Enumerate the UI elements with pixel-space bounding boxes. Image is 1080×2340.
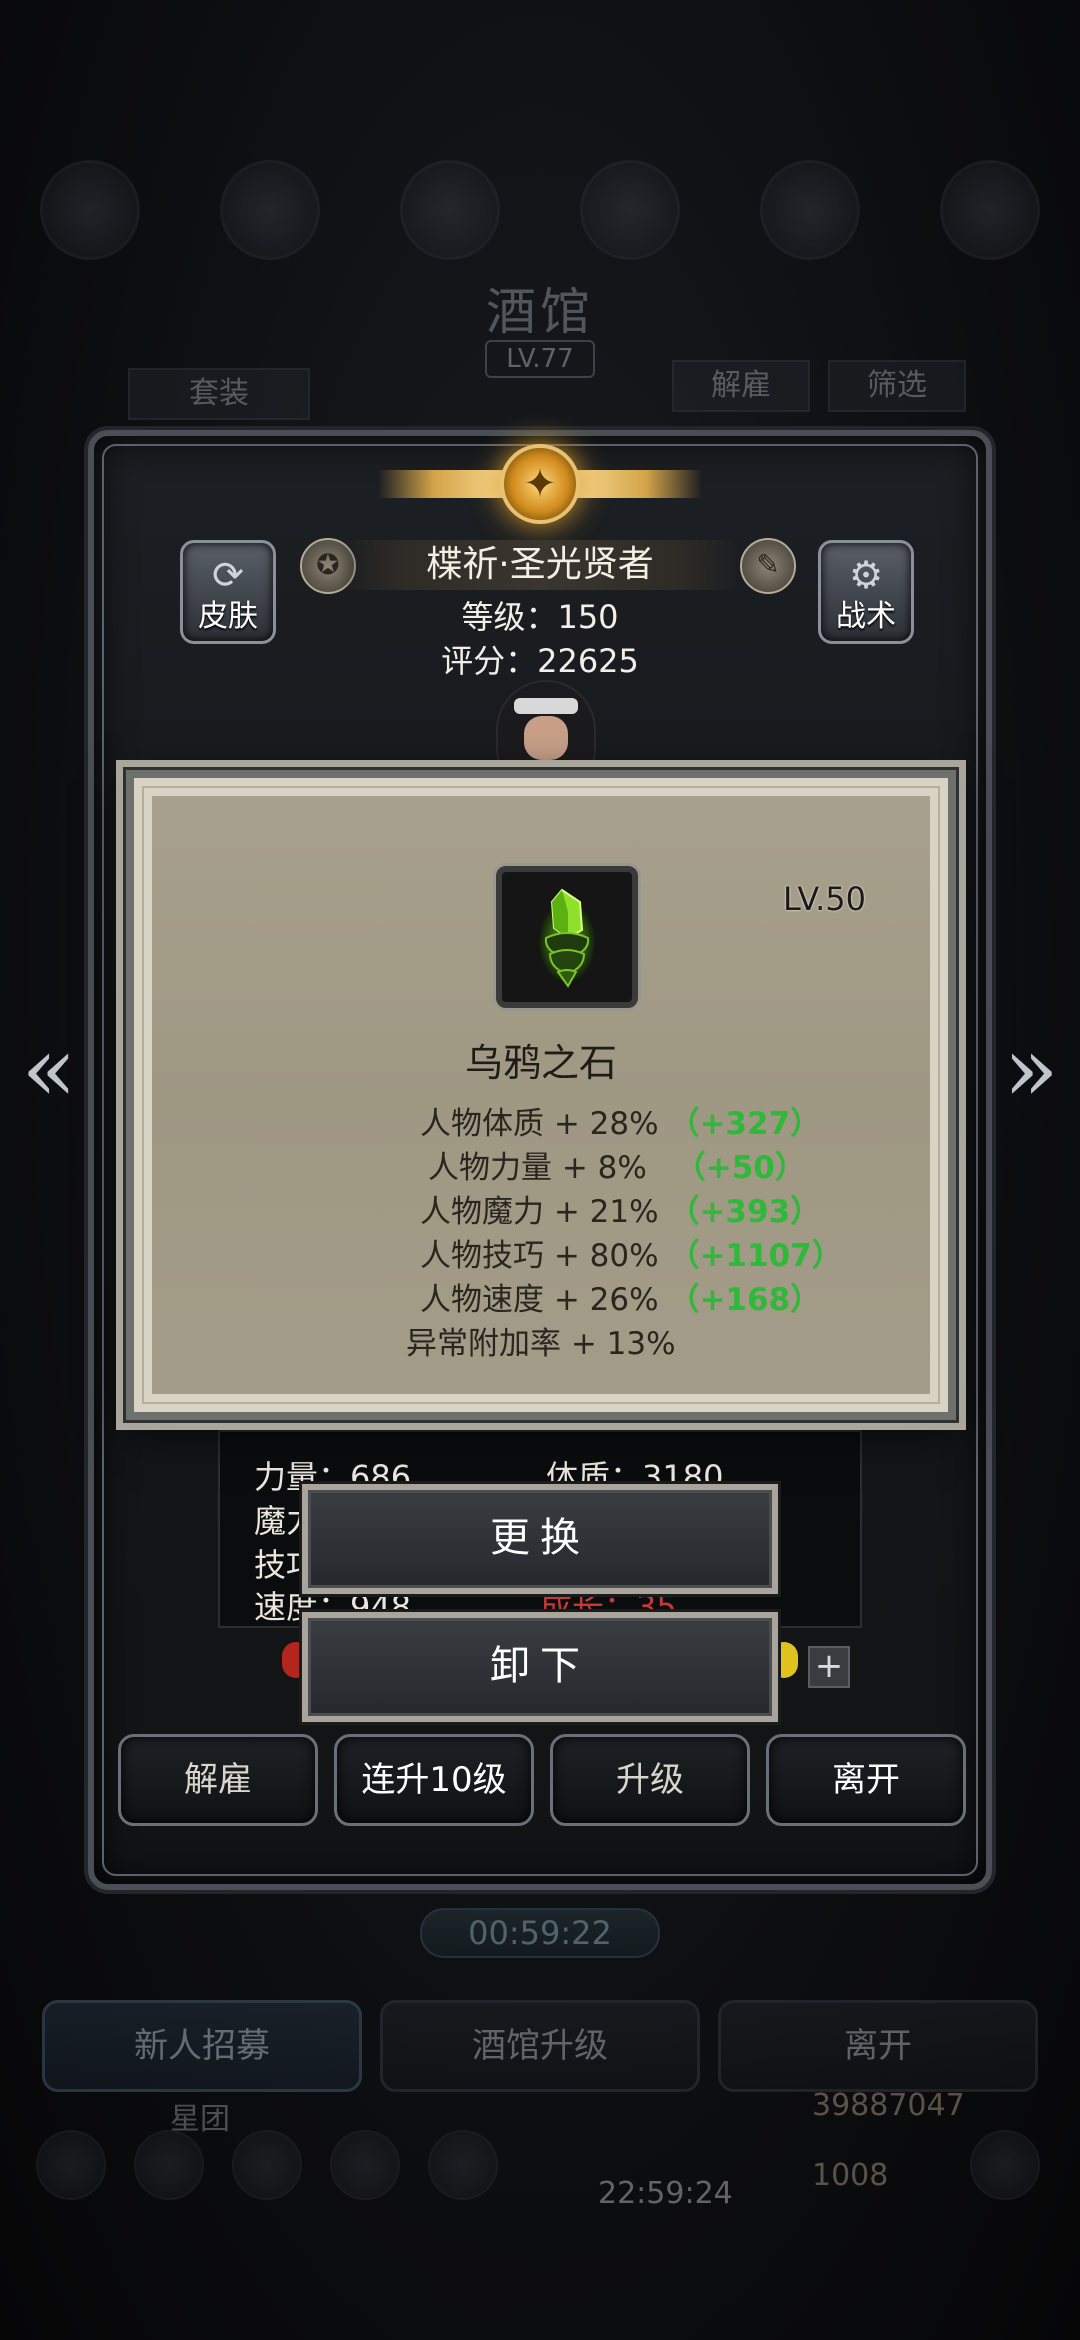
menu-icon[interactable] xyxy=(400,160,500,260)
crest-gem-icon xyxy=(500,444,580,524)
footer-icon-row xyxy=(30,2130,1050,2210)
leave-tavern-button[interactable]: 离开 xyxy=(718,2000,1038,2092)
nav-icon[interactable] xyxy=(330,2130,400,2200)
item-stat-row: 人物体质 + 28% （+327） xyxy=(420,1106,822,1142)
item-stat-row: 异常附加率 + 13% xyxy=(406,1326,676,1362)
nav-icon[interactable] xyxy=(134,2130,204,2200)
level-up-button[interactable]: 升级 xyxy=(550,1734,750,1826)
gold-amount: 39887047 xyxy=(812,2088,965,2123)
dismiss-hero-button[interactable]: 解雇 xyxy=(118,1734,318,1826)
filter-button[interactable]: 筛选 xyxy=(828,360,966,412)
raven-stone-icon xyxy=(496,866,638,1008)
menu-icon[interactable] xyxy=(220,160,320,260)
tavern-upgrade-button[interactable]: 酒馆升级 xyxy=(380,2000,700,2092)
next-arrow-icon[interactable]: » xyxy=(996,1020,1066,1120)
item-detail-popup: LV.50 乌鸦之石 人物体质 + 28% （+327） 人物力量 + 8% （… xyxy=(126,770,956,1420)
tavern-level: LV.77 xyxy=(485,340,595,378)
hero-level: 等级：150 xyxy=(461,598,619,636)
top-icon-row xyxy=(40,160,1040,270)
leave-button[interactable]: 离开 xyxy=(766,1734,966,1826)
replace-button[interactable]: 更换 xyxy=(302,1484,778,1594)
hero-portrait xyxy=(496,680,596,780)
add-icon[interactable] xyxy=(970,2130,1040,2200)
edit-icon[interactable]: ✎ xyxy=(740,538,796,594)
hero-name: 楪祈·圣光贤者 xyxy=(340,540,740,590)
menu-icon[interactable] xyxy=(760,160,860,260)
recruit-timer: 00:59:22 xyxy=(420,1908,660,1958)
level-up-10-button[interactable]: 连升10级 xyxy=(334,1734,534,1826)
item-name: 乌鸦之石 xyxy=(464,1041,617,1085)
menu-icon[interactable] xyxy=(40,160,140,260)
unequip-button[interactable]: 卸下 xyxy=(302,1612,778,1722)
hero-score: 评分：22625 xyxy=(441,642,639,680)
dismiss-top-button[interactable]: 解雇 xyxy=(672,360,810,412)
nav-icon[interactable] xyxy=(36,2130,106,2200)
nav-icon[interactable] xyxy=(232,2130,302,2200)
game-screen: 酒馆 LV.77 套装 解雇 筛选 00:59:22 新人招募 酒馆升级 离开 … xyxy=(0,0,1080,2340)
nav-icon[interactable] xyxy=(428,2130,498,2200)
item-stat-row: 人物魔力 + 21% （+393） xyxy=(420,1194,822,1230)
item-stat-row: 人物技巧 + 80% （+1107） xyxy=(420,1238,843,1274)
panel-crest xyxy=(378,440,702,530)
add-slot-icon[interactable]: + xyxy=(808,1646,850,1688)
recruit-button[interactable]: 新人招募 xyxy=(42,2000,362,2092)
set-tab-button[interactable]: 套装 xyxy=(128,368,310,420)
item-stat-row: 人物速度 + 26% （+168） xyxy=(420,1282,822,1318)
tavern-title: 酒馆 xyxy=(486,283,594,341)
menu-icon[interactable] xyxy=(580,160,680,260)
item-level: LV.50 xyxy=(783,880,866,918)
item-stat-row: 人物力量 + 8% （+50） xyxy=(428,1150,806,1186)
menu-icon[interactable] xyxy=(940,160,1040,260)
prev-arrow-icon[interactable]: « xyxy=(14,1020,84,1120)
